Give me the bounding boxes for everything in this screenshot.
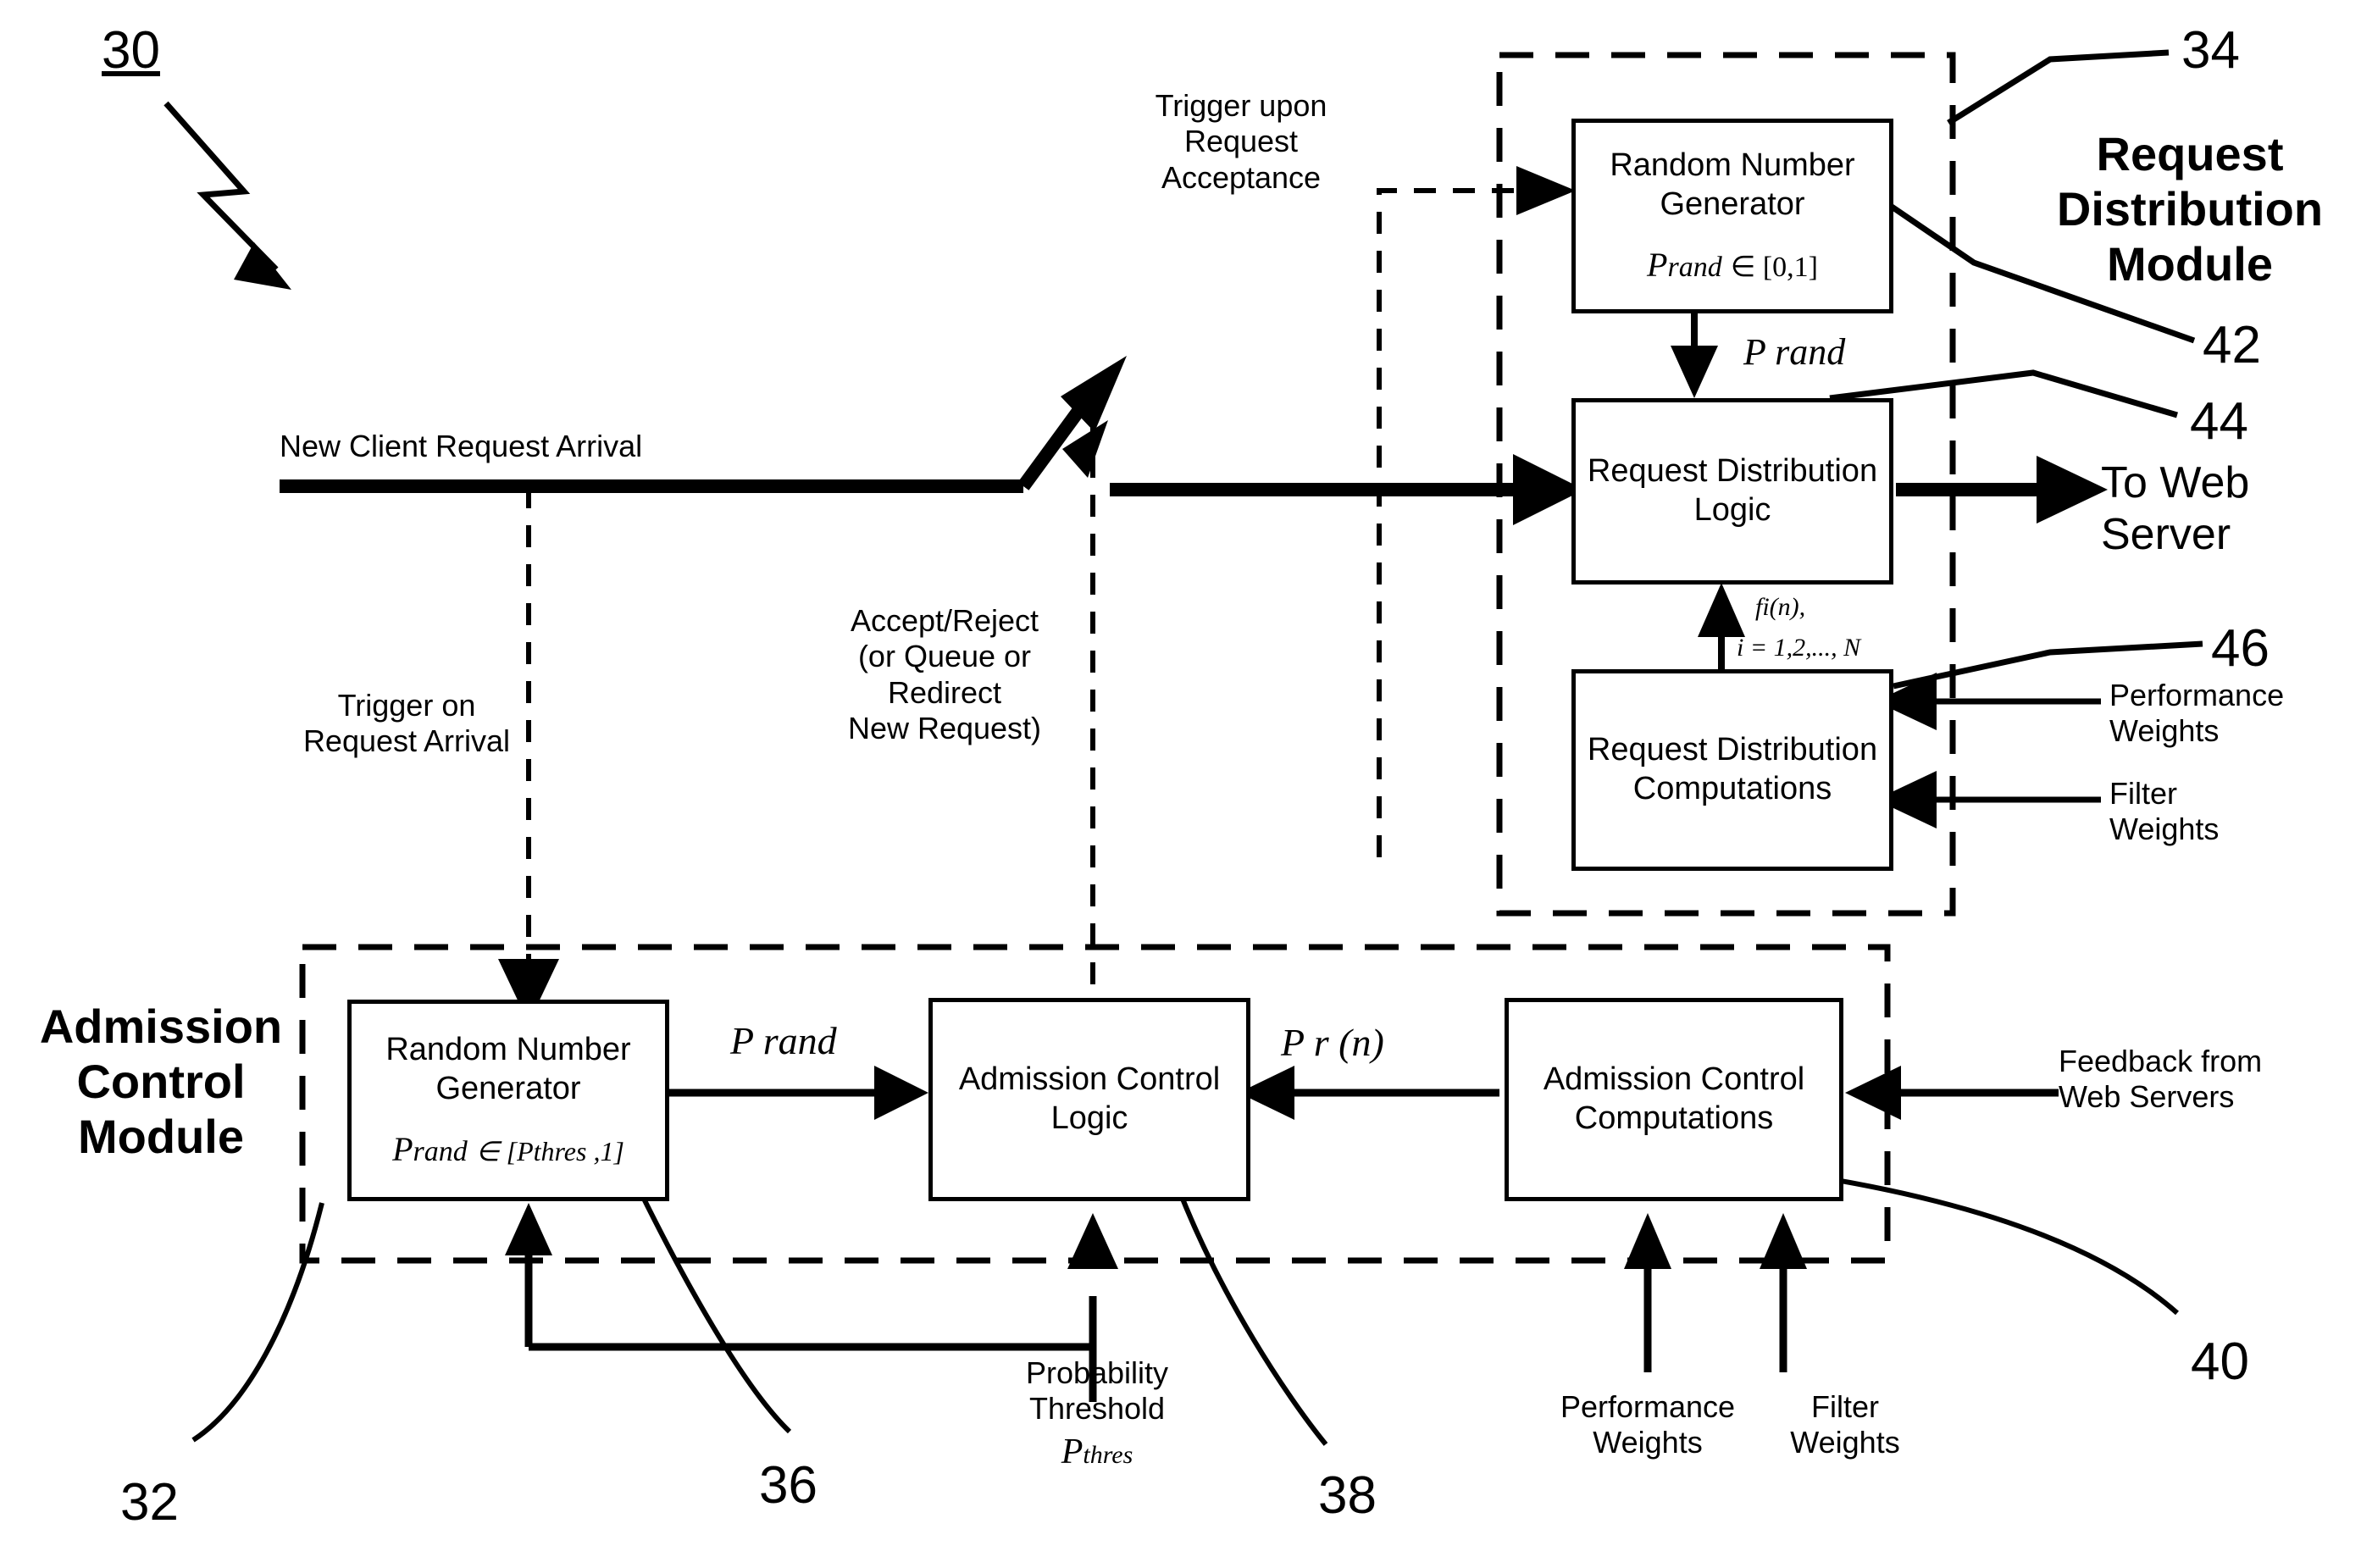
rd-rng-formula: Prand ∈ [0,1] <box>1647 245 1818 284</box>
to-web-server-label: To Web Server <box>2101 458 2250 560</box>
ref-46: 46 <box>2211 619 2270 678</box>
rd-request-distribution-computations-box: Request Distribution Computations <box>1571 669 1893 871</box>
rd-filter-weights-label: Filter Weights <box>2109 776 2220 847</box>
arrow-ac-rng-to-logic <box>874 1066 928 1120</box>
ref-36: 36 <box>759 1456 817 1515</box>
ref-42: 42 <box>2203 316 2261 374</box>
ref-30-leader <box>163 101 279 272</box>
ref-38: 38 <box>1318 1466 1377 1525</box>
label-new-client-request-arrival: New Client Request Arrival <box>280 429 643 463</box>
ac-random-number-generator-box: Random Number Generator Prand ∈ [Pthres … <box>347 1000 669 1201</box>
trigger-dashed-lines <box>526 188 1550 989</box>
probability-threshold-symbol-wrap: Pthres <box>1061 1432 1133 1471</box>
ref-32: 32 <box>120 1473 179 1532</box>
arrow-rd-comp-to-logic <box>1698 583 1745 637</box>
rd-fi-label-line2: i = 1,2,..., N <box>1737 634 1861 662</box>
ac-prand-edge-label: P rand <box>730 1019 837 1062</box>
arrow-threshold-into-ac-logic <box>1067 1213 1118 1269</box>
ac-performance-weights-label: Performance Weights <box>1560 1389 1736 1460</box>
rd-fi-label-line1: fi(n), <box>1755 593 1806 621</box>
arrow-to-web-server <box>2037 456 2108 524</box>
arrow-feedback-into-ac-comp <box>1845 1066 1901 1120</box>
label-trigger-on-request-arrival: Trigger on Request Arrival <box>302 688 511 759</box>
ref-30: 30 <box>102 21 160 80</box>
ac-pr-edge-label: P r (n) <box>1281 1021 1384 1064</box>
ac-filter-weights-label: Filter Weights <box>1790 1389 1900 1460</box>
diagram-lines <box>163 49 2203 1446</box>
label-trigger-upon-request-acceptance: Trigger upon Request Acceptance <box>1155 88 1327 195</box>
ac-logic-title: Admission Control Logic <box>958 1061 1221 1136</box>
ac-admission-control-computations-box: Admission Control Computations <box>1505 998 1843 1201</box>
admission-control-module-title: Admission Control Module <box>39 1000 283 1163</box>
request-distribution-module-title: Request Distribution Module <box>2056 127 2324 291</box>
rd-performance-weights-label: Performance Weights <box>2109 678 2285 749</box>
ref-34: 34 <box>2181 21 2240 80</box>
rd-weight-lines <box>1931 698 2101 803</box>
ref-44: 44 <box>2190 392 2248 451</box>
rd-rng-title: Random Number Generator <box>1610 147 1855 222</box>
rd-logic-title: Request Distribution Logic <box>1587 453 1878 528</box>
ac-computations-title: Admission Control Computations <box>1543 1061 1805 1136</box>
arrow-filter-weights-into-ac-comp <box>1760 1213 1807 1269</box>
ac-rng-formula: Prand ∈ [Pthres ,1] <box>392 1129 624 1168</box>
arrow-performance-weights-into-ac-comp <box>1624 1213 1671 1269</box>
rd-computations-title: Request Distribution Computations <box>1587 732 1878 806</box>
ac-admission-control-logic-box: Admission Control Logic <box>928 998 1250 1201</box>
ac-rng-title: Random Number Generator <box>385 1032 631 1106</box>
label-accept-reject: Accept/Reject (or Queue or Redirect New … <box>847 603 1042 746</box>
rd-random-number-generator-box: Random Number Generator Prand ∈ [0,1] <box>1571 119 1893 313</box>
ac-feedback-label: Feedback from Web Servers <box>2059 1044 2263 1115</box>
ref-30-arrowhead <box>234 242 291 290</box>
rd-request-distribution-logic-box: Request Distribution Logic <box>1571 398 1893 585</box>
figure-canvas: 30 New Client Request Arrival Trigger on… <box>0 0 2361 1568</box>
arrow-loop-into-ac-rng <box>505 1203 552 1255</box>
arrow-rd-rng-to-logic <box>1671 346 1718 398</box>
rd-prand-edge-label: P rand <box>1743 331 1846 373</box>
probability-threshold-label: Probability Threshold <box>1025 1355 1169 1427</box>
arrow-trigger-acceptance-into-rng <box>1516 166 1576 215</box>
ref-40: 40 <box>2191 1333 2249 1391</box>
